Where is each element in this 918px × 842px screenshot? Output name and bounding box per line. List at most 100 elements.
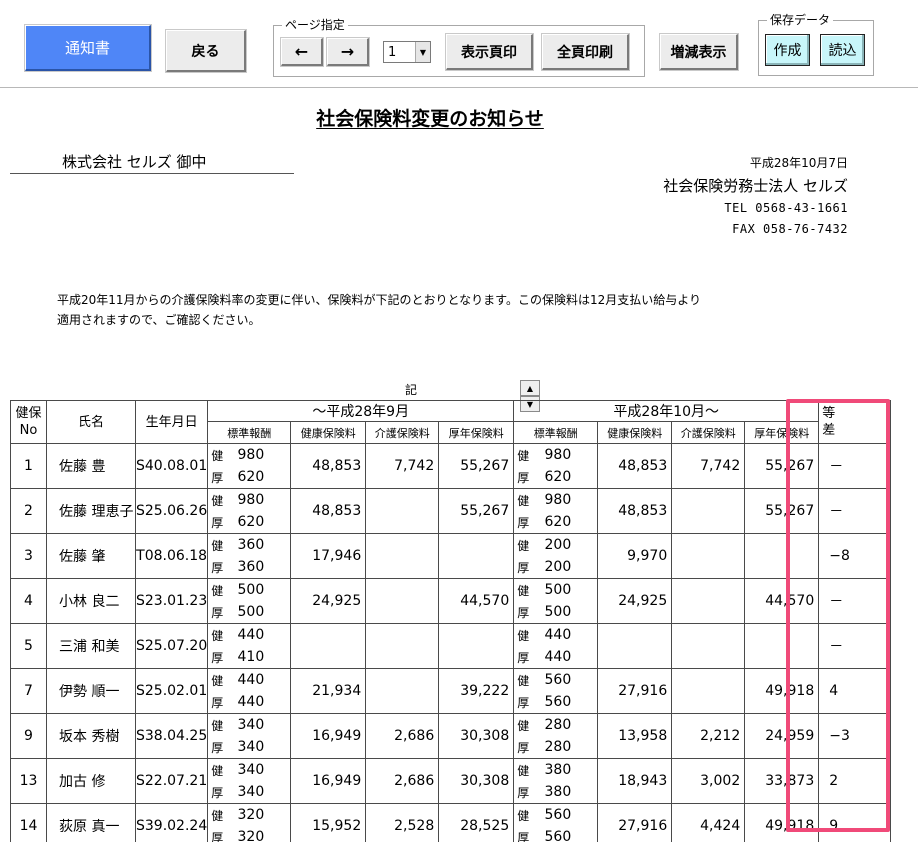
standard-remuneration-after: 健 560 厚 560	[513, 803, 599, 842]
premium-table: 健保 No 氏名 生年月日 ～平成28年9月 平成28年10月～ 等差 標準報酬 …	[10, 400, 892, 842]
notice-button[interactable]: 通知書	[25, 25, 151, 71]
table-row: 3 佐藤 肇 T08.06.18 健 360 厚 360 17,946 健 200 厚 200 9,97…	[10, 533, 892, 579]
standard-remuneration-after: 健 280 厚 280	[513, 713, 599, 759]
col-header-health-before: 健康保険料	[290, 421, 367, 444]
standard-health-value: 440	[544, 627, 572, 643]
pension-label: 厚	[211, 785, 224, 800]
standard-pension-value: 440	[237, 694, 265, 710]
standard-pension-value: 500	[237, 604, 265, 620]
health-premium-before: 16,949	[290, 713, 367, 759]
standard-remuneration-before: 健 320 厚 320	[207, 803, 292, 842]
health-label: 健	[517, 628, 530, 643]
chevron-down-icon[interactable]: ▼	[415, 42, 430, 62]
row-name: 佐藤 豊	[46, 443, 136, 489]
health-label: 健	[517, 718, 530, 733]
pension-premium-before	[438, 533, 515, 579]
care-premium-before	[365, 488, 440, 534]
standard-remuneration-before: 健 980 厚 620	[207, 488, 292, 534]
table-row: 5 三浦 和美 S25.07.20 健 440 厚 410 健 440 厚 440 －	[10, 623, 892, 669]
save-data-group-label: 保存データ	[767, 13, 834, 27]
standard-health-value: 380	[544, 762, 572, 778]
pension-label: 厚	[517, 605, 530, 620]
notice-body: 平成20年11月からの介護保険料率の変更に伴い、保険料が下記のとおりとなります。…	[57, 290, 827, 330]
grade-diff: −8	[818, 533, 892, 579]
print-current-page-button[interactable]: 表示頁印	[446, 34, 533, 70]
standard-health-value: 560	[544, 807, 572, 823]
health-label: 健	[517, 448, 530, 463]
issue-date: 平成28年10月7日	[749, 156, 848, 170]
pension-premium-before	[438, 623, 515, 669]
standard-pension-value: 410	[237, 649, 265, 665]
health-premium-after: 27,916	[597, 668, 673, 714]
standard-remuneration-before: 健 500 厚 500	[207, 578, 292, 624]
row-birth: S25.06.26	[134, 488, 209, 534]
care-premium-after: 2,212	[671, 713, 746, 759]
table-row: 1 佐藤 豊 S40.08.01 健 980 厚 620 48,853 7,742 55,267 健…	[10, 443, 892, 489]
health-premium-after: 48,853	[597, 443, 673, 489]
standard-remuneration-before: 健 440 厚 410	[207, 623, 292, 669]
care-premium-before	[365, 578, 440, 624]
standard-pension-value: 620	[237, 469, 265, 485]
row-name: 伊勢 順一	[46, 668, 136, 714]
care-premium-after	[671, 623, 746, 669]
scroll-up-icon[interactable]: ▲	[520, 380, 540, 396]
health-label: 健	[211, 583, 224, 598]
table-row: 9 坂本 秀樹 S38.04.25 健 340 厚 340 16,949 2,686 30,308…	[10, 713, 892, 759]
col-header-standard-before: 標準報酬	[207, 421, 292, 444]
pension-premium-before: 44,570	[438, 578, 515, 624]
pension-premium-after: 55,267	[744, 488, 820, 534]
care-premium-before: 2,528	[365, 803, 440, 842]
pension-label: 厚	[211, 470, 224, 485]
row-birth: S25.02.01	[134, 668, 209, 714]
health-label: 健	[211, 808, 224, 823]
health-label: 健	[211, 763, 224, 778]
standard-health-value: 980	[237, 492, 265, 508]
pension-label: 厚	[211, 650, 224, 665]
pension-premium-before: 30,308	[438, 713, 515, 759]
standard-remuneration-after: 健 200 厚 200	[513, 533, 599, 579]
row-name: 坂本 秀樹	[46, 713, 136, 759]
load-button[interactable]: 読込	[820, 34, 865, 66]
standard-remuneration-before: 健 340 厚 340	[207, 758, 292, 804]
grade-diff: －	[818, 578, 892, 624]
standard-pension-value: 200	[544, 559, 572, 575]
pension-premium-before: 39,222	[438, 668, 515, 714]
row-no: 1	[10, 443, 47, 489]
create-button[interactable]: 作成	[765, 34, 810, 66]
prev-page-button[interactable]: ←	[281, 38, 323, 66]
pension-label: 厚	[517, 695, 530, 710]
row-birth: S40.08.01	[134, 443, 209, 489]
change-display-button[interactable]: 増減表示	[660, 34, 738, 70]
standard-remuneration-before: 健 980 厚 620	[207, 443, 292, 489]
table-row: 2 佐藤 理恵子 S25.06.26 健 980 厚 620 48,853 55,267 健 980…	[10, 488, 892, 534]
pension-label: 厚	[211, 740, 224, 755]
standard-remuneration-after: 健 500 厚 500	[513, 578, 599, 624]
pension-premium-before: 30,308	[438, 758, 515, 804]
pension-premium-after: 49,918	[744, 803, 820, 842]
row-name: 小林 良二	[46, 578, 136, 624]
care-premium-after	[671, 668, 746, 714]
col-header-health-after: 健康保険料	[597, 421, 673, 444]
standard-pension-value: 340	[237, 784, 265, 800]
health-label: 健	[517, 763, 530, 778]
care-premium-after: 3,002	[671, 758, 746, 804]
health-premium-before: 48,853	[290, 488, 367, 534]
standard-pension-value: 280	[544, 739, 572, 755]
back-button[interactable]: 戻る	[166, 30, 246, 72]
col-header-standard-after: 標準報酬	[513, 421, 599, 444]
grade-diff: －	[818, 488, 892, 534]
health-premium-before: 17,946	[290, 533, 367, 579]
standard-remuneration-before: 健 440 厚 440	[207, 668, 292, 714]
health-label: 健	[211, 628, 224, 643]
health-label: 健	[211, 538, 224, 553]
health-premium-before: 48,853	[290, 443, 367, 489]
care-premium-before: 2,686	[365, 758, 440, 804]
next-page-button[interactable]: →	[327, 38, 369, 66]
pension-premium-after	[744, 623, 820, 669]
health-label: 健	[517, 808, 530, 823]
print-all-pages-button[interactable]: 全頁印刷	[542, 34, 629, 70]
page-number-value: 1	[388, 44, 397, 60]
page-number-select[interactable]: 1 ▼	[383, 41, 431, 63]
standard-remuneration-after: 健 560 厚 560	[513, 668, 599, 714]
health-premium-after	[597, 623, 673, 669]
